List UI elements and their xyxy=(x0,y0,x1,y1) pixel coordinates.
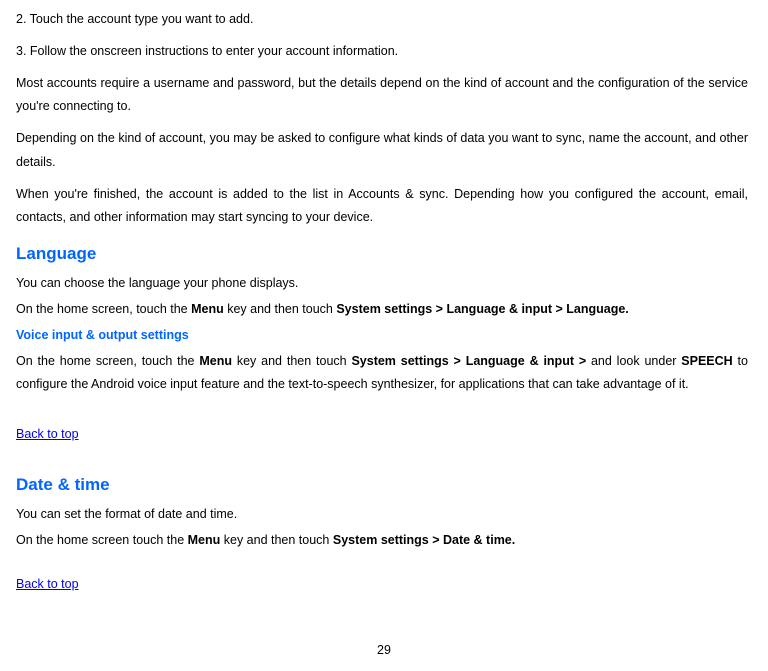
voice-settings-paragraph: On the home screen, touch the Menu key a… xyxy=(16,350,748,398)
back-to-top-link[interactable]: Back to top xyxy=(16,573,79,597)
language-p1: You can choose the language your phone d… xyxy=(16,272,748,296)
page-number: 29 xyxy=(0,639,768,663)
menu-key-label: Menu xyxy=(199,354,232,368)
date-time-p1: You can set the format of date and time. xyxy=(16,503,748,527)
back-to-top-link[interactable]: Back to top xyxy=(16,423,79,447)
text: and look under xyxy=(591,354,681,368)
language-heading: Language xyxy=(16,238,748,270)
voice-settings-heading: Voice input & output settings xyxy=(16,324,748,348)
text: On the home screen, touch the xyxy=(16,302,191,316)
language-p2: On the home screen, touch the Menu key a… xyxy=(16,298,748,322)
menu-key-label: Menu xyxy=(188,533,221,547)
date-time-heading: Date & time xyxy=(16,469,748,501)
text: On the home screen touch the xyxy=(16,533,188,547)
date-time-p2: On the home screen touch the Menu key an… xyxy=(16,529,748,553)
text: key and then touch xyxy=(220,533,333,547)
step-2: 2. Touch the account type you want to ad… xyxy=(16,8,748,32)
accounts-paragraph-1: Most accounts require a username and pas… xyxy=(16,72,748,120)
text: On the home screen, touch the xyxy=(16,354,199,368)
nav-path: System settings > Language & input > Lan… xyxy=(336,302,628,316)
accounts-paragraph-2: Depending on the kind of account, you ma… xyxy=(16,127,748,175)
text: key and then touch xyxy=(232,354,351,368)
text: key and then touch xyxy=(224,302,337,316)
nav-path: System settings > Date & time. xyxy=(333,533,515,547)
accounts-paragraph-3: When you're finished, the account is add… xyxy=(16,183,748,231)
menu-key-label: Menu xyxy=(191,302,224,316)
speech-label: SPEECH xyxy=(681,354,732,368)
step-3: 3. Follow the onscreen instructions to e… xyxy=(16,40,748,64)
nav-path: System settings > Language & input > xyxy=(351,354,591,368)
